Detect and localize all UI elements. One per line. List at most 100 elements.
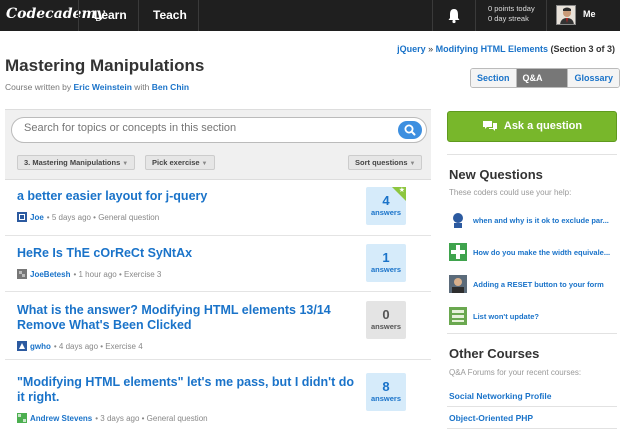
course-link-object-oriented-php[interactable]: Object-Oriented PHP [449, 413, 533, 423]
nav-divider [138, 0, 139, 31]
new-question-link[interactable]: when and why is it ok to exclude par... [473, 216, 617, 225]
question-avatar-icon [449, 243, 467, 261]
user-menu-label[interactable]: Me [583, 9, 596, 19]
author-avatar-icon [17, 212, 27, 222]
notifications-bell-icon[interactable] [445, 7, 463, 25]
question-title-link[interactable]: HeRe Is ThE cOrReCt SyNtAx [17, 246, 357, 261]
byline-prefix: Course written by [5, 82, 74, 92]
answer-count: 1 [382, 250, 390, 265]
nav-divider [432, 0, 433, 31]
question-title-link[interactable]: "Modifying HTML elements" let's me pass,… [17, 375, 357, 405]
question-avatar-icon [449, 307, 467, 325]
codecademy-logo[interactable]: Codecademy [6, 6, 104, 22]
question-meta-text: • 4 days ago • Exercise 4 [53, 341, 143, 351]
new-questions-subtitle: These coders could use your help: [449, 188, 572, 197]
answer-count: 0 [382, 307, 390, 322]
ask-question-button[interactable]: Ask a question [447, 111, 617, 142]
question-title-link[interactable]: What is the answer? Modifying HTML eleme… [17, 303, 357, 333]
section-filter-label: 3. Mastering Manipulations [24, 158, 121, 167]
breadcrumb-unit-link[interactable]: Modifying HTML Elements [436, 44, 548, 54]
question-avatar-icon [449, 211, 467, 229]
breadcrumb-separator: » [425, 44, 436, 54]
new-question-item[interactable]: List won't update? [449, 307, 617, 327]
answer-count-label: answers [370, 322, 402, 331]
nav-divider [198, 0, 199, 31]
question-meta-text: • 3 days ago • General question [95, 413, 208, 423]
day-streak: 0 day streak [488, 14, 529, 23]
question-author-link[interactable]: Andrew Stevens [30, 414, 92, 423]
answer-count-label: answers [370, 265, 402, 274]
points-today: 0 points today [488, 4, 535, 13]
breadcrumb-jquery-link[interactable]: jQuery [397, 44, 426, 54]
nav-learn-link[interactable]: Learn [94, 8, 127, 22]
new-question-link[interactable]: Adding a RESET button to your form [473, 280, 617, 289]
search-input[interactable] [24, 122, 394, 134]
chevron-down-icon: ▼ [201, 161, 208, 167]
sort-label: Sort questions [355, 158, 408, 167]
points-summary[interactable]: 0 points today 0 day streak [488, 4, 535, 24]
course-byline: Course written by Eric Weinstein with Be… [5, 82, 189, 92]
sidebar-divider [447, 428, 617, 429]
question-author-link[interactable]: JoeBetesh [30, 270, 70, 279]
author-avatar-icon [17, 341, 27, 351]
answer-count-label: answers [370, 208, 402, 217]
search-icon [404, 124, 416, 136]
question-meta: Andrew Stevens • 3 days ago • General qu… [17, 413, 208, 423]
breadcrumb-progress: (Section 3 of 3) [547, 44, 615, 54]
new-question-item[interactable]: when and why is it ok to exclude par... [449, 211, 617, 231]
answer-count-badge[interactable]: 0 answers [366, 301, 406, 339]
question-meta: JoeBetesh • 1 hour ago • Exercise 3 [17, 269, 161, 279]
user-avatar[interactable] [556, 5, 576, 25]
search-area: 3. Mastering Manipulations▼ Pick exercis… [5, 110, 431, 180]
question-meta-text: • 5 days ago • General question [46, 212, 160, 222]
question-row[interactable]: a better easier layout for j-query Joe •… [5, 180, 431, 236]
exercise-filter-label: Pick exercise [152, 158, 200, 167]
nav-teach-link[interactable]: Teach [153, 8, 187, 22]
breadcrumb: jQuery » Modifying HTML Elements (Sectio… [397, 44, 615, 54]
sidebar-divider [447, 406, 617, 407]
nav-divider [546, 0, 547, 31]
chevron-down-icon: ▼ [122, 161, 129, 167]
other-courses-heading: Other Courses [449, 346, 540, 361]
top-nav-bar: Codecademy Learn Teach 0 points today 0 … [0, 0, 620, 31]
tab-qa-forum[interactable]: Q&A Forum [516, 69, 569, 87]
author-avatar-icon [17, 269, 27, 279]
answer-count: 8 [382, 379, 390, 394]
question-meta-text: • 1 hour ago • Exercise 3 [73, 269, 162, 279]
new-question-item[interactable]: How do you make the width equivale... [449, 243, 617, 263]
course-link-social-networking-profile[interactable]: Social Networking Profile [449, 391, 552, 401]
ask-question-label: Ask a question [503, 120, 583, 132]
question-row[interactable]: HeRe Is ThE cOrReCt SyNtAx JoeBetesh • 1… [5, 236, 431, 292]
question-title-link[interactable]: a better easier layout for j-query [17, 189, 357, 204]
tab-section[interactable]: Section [471, 69, 517, 87]
answer-count-badge[interactable]: 1 answers [366, 244, 406, 282]
new-question-link[interactable]: How do you make the width equivale... [473, 248, 617, 257]
section-filter-dropdown[interactable]: 3. Mastering Manipulations ▼ [17, 155, 136, 170]
new-question-item[interactable]: Adding a RESET button to your form [449, 275, 617, 295]
author-avatar-icon [17, 413, 27, 423]
new-question-link[interactable]: List won't update? [473, 312, 617, 321]
nav-divider [475, 0, 476, 31]
sidebar-divider [447, 333, 617, 334]
nav-divider [78, 0, 79, 31]
question-row[interactable]: What is the answer? Modifying HTML eleme… [5, 292, 431, 360]
new-questions-heading: New Questions [449, 167, 543, 182]
question-author-link[interactable]: gwho [30, 342, 51, 351]
exercise-filter-dropdown[interactable]: Pick exercise ▼ [145, 155, 215, 170]
question-avatar-icon [449, 275, 467, 293]
author-link-ben-chin[interactable]: Ben Chin [152, 82, 189, 92]
questions-panel: 3. Mastering Manipulations▼ Pick exercis… [5, 109, 431, 433]
answer-count-badge[interactable]: ★ 4 answers [366, 187, 406, 225]
author-link-eric-weinstein[interactable]: Eric Weinstein [74, 82, 132, 92]
question-row[interactable]: "Modifying HTML elements" let's me pass,… [5, 360, 431, 433]
search-box[interactable] [11, 117, 427, 143]
answer-count-label: answers [370, 394, 402, 403]
sort-questions-dropdown[interactable]: Sort questions ▼ [348, 155, 423, 170]
tab-glossary[interactable]: Glossary [568, 69, 619, 87]
question-meta: gwho • 4 days ago • Exercise 4 [17, 341, 143, 351]
answer-count-badge[interactable]: 8 answers [366, 373, 406, 411]
star-icon: ★ [398, 187, 405, 194]
question-author-link[interactable]: Joe [30, 213, 44, 222]
search-button[interactable] [398, 121, 422, 139]
question-meta: Joe • 5 days ago • General question [17, 212, 159, 222]
